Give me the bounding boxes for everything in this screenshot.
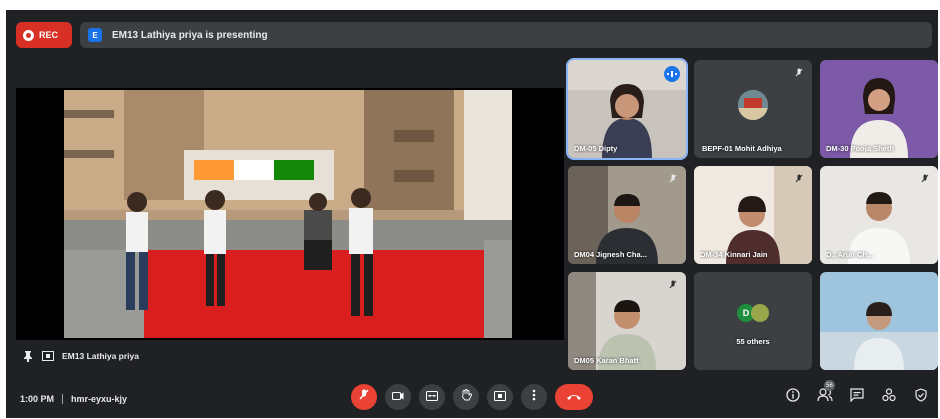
info-icon xyxy=(786,387,800,407)
present-screen-icon[interactable] xyxy=(42,350,54,362)
mic-off-icon xyxy=(792,66,806,80)
participant-name: BEPF-01 Mohit Adhiya xyxy=(702,144,782,153)
mic-off-icon xyxy=(359,388,369,406)
participant-name: DM-30 Pooja Sheth xyxy=(826,144,894,153)
avatar xyxy=(751,304,769,322)
participant-tile[interactable]: DM-05 Dipty xyxy=(566,58,688,160)
participant-tile[interactable]: DM05 Karan Bhatt xyxy=(568,272,686,370)
speaking-icon xyxy=(664,66,680,82)
presentation-video xyxy=(64,90,512,338)
more-vert-icon xyxy=(532,388,536,406)
people-button[interactable]: 56 xyxy=(816,380,835,406)
divider xyxy=(62,394,64,404)
people-count-badge: 56 xyxy=(824,380,835,391)
stage-footer: EM13 Lathiya priya xyxy=(22,348,139,364)
camera-icon xyxy=(392,388,404,406)
participant-name: D.. Arun Ch... xyxy=(826,250,874,259)
captions-button[interactable] xyxy=(419,384,445,410)
others-tile[interactable]: D 55 others xyxy=(694,272,812,370)
meeting-time: 1:00 PM xyxy=(20,394,55,404)
present-now-button[interactable] xyxy=(487,384,513,410)
pin-icon[interactable] xyxy=(22,350,34,362)
presentation-icon: E xyxy=(88,28,102,42)
presenting-banner: E EM13 Lathiya priya is presenting xyxy=(80,22,932,48)
chat-icon xyxy=(850,387,864,407)
mic-off-icon xyxy=(792,172,806,186)
present-icon xyxy=(494,388,506,406)
participant-tile[interactable]: BEPF-01 Mohit Adhiya xyxy=(694,60,812,158)
raise-hand-button[interactable] xyxy=(453,384,479,410)
meeting-info: 1:00 PM hmr-eyxu-kjy xyxy=(20,394,127,404)
others-count: 55 others xyxy=(736,337,770,346)
meeting-details-button[interactable] xyxy=(784,387,802,407)
meeting-window: REC E EM13 Lathiya priya is presenting E… xyxy=(6,10,938,418)
participant-tile[interactable]: DM04 Jignesh Cha... xyxy=(568,166,686,264)
host-controls-button[interactable] xyxy=(912,387,930,407)
shield-icon xyxy=(914,387,928,407)
presenter-name: EM13 Lathiya priya xyxy=(62,351,140,361)
record-icon xyxy=(23,29,34,41)
leave-call-button[interactable] xyxy=(555,384,593,410)
mic-off-icon xyxy=(918,172,932,186)
captions-icon xyxy=(426,388,438,406)
activities-button[interactable] xyxy=(880,387,898,407)
call-controls xyxy=(351,384,593,410)
participant-tile[interactable]: DM-30 Pooja Sheth xyxy=(820,60,938,158)
participant-tile[interactable] xyxy=(820,272,938,370)
participant-name: DM04 Jignesh Cha... xyxy=(574,250,647,259)
others-avatars: D xyxy=(694,304,812,322)
avatar xyxy=(738,90,768,120)
meeting-code[interactable]: hmr-eyxu-kjy xyxy=(71,394,127,404)
presenting-text: EM13 Lathiya priya is presenting xyxy=(112,29,268,41)
mic-off-icon xyxy=(666,278,680,292)
recording-label: REC xyxy=(39,30,59,40)
activities-icon xyxy=(882,387,896,407)
chat-button[interactable] xyxy=(848,387,866,407)
more-options-button[interactable] xyxy=(521,384,547,410)
participant-name: DM05 Karan Bhatt xyxy=(574,356,639,365)
mic-off-icon xyxy=(666,172,680,186)
mic-toggle-button[interactable] xyxy=(351,384,377,410)
side-controls: 56 xyxy=(784,380,930,407)
participant-tile[interactable]: D.. Arun Ch... xyxy=(820,166,938,264)
participant-name: DM-34 Kinnari Jain xyxy=(700,250,768,259)
presentation-stage[interactable] xyxy=(16,88,564,340)
phone-hangup-icon xyxy=(566,388,582,406)
participant-name: DM-05 Dipty xyxy=(574,144,618,153)
camera-toggle-button[interactable] xyxy=(385,384,411,410)
hand-icon xyxy=(461,388,472,406)
participant-tile[interactable]: DM-34 Kinnari Jain xyxy=(694,166,812,264)
recording-badge: REC xyxy=(16,22,72,48)
